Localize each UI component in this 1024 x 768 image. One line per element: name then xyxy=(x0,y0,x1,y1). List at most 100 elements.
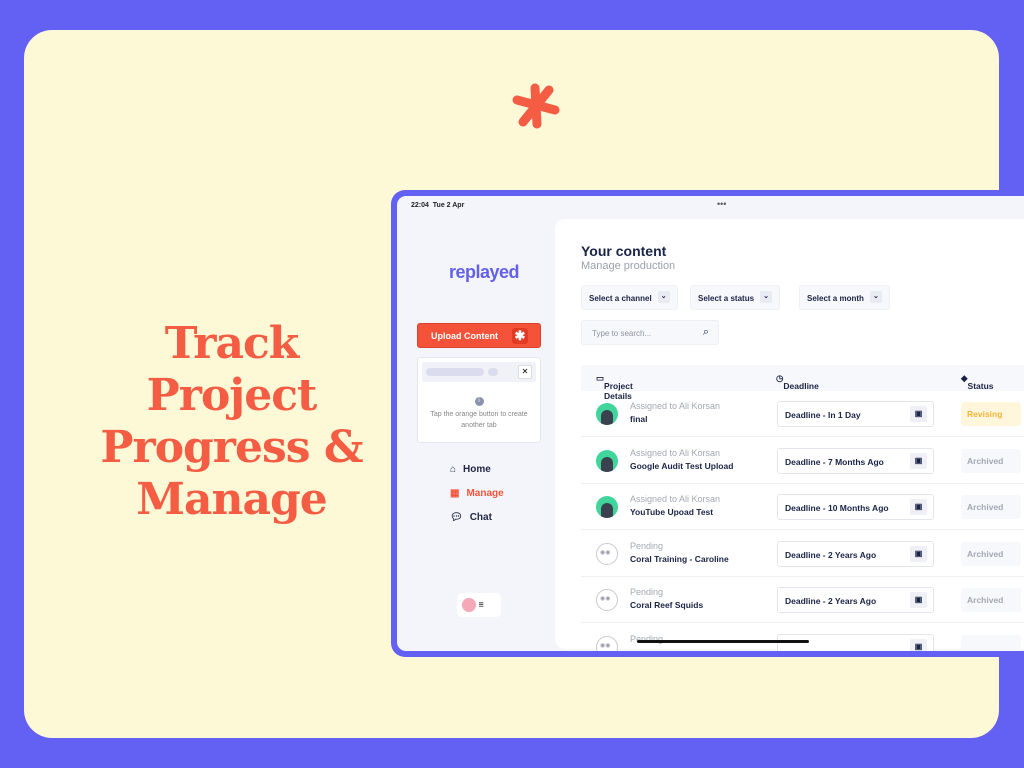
sidebar-item-chat[interactable]: 💬︎ Chat xyxy=(450,512,492,523)
project-name[interactable]: Coral Training - Caroline xyxy=(630,554,729,564)
headline-line: Track xyxy=(164,318,300,369)
deadline-text: Deadline - 7 Months Ago xyxy=(785,456,884,467)
more-dots-icon[interactable]: ••• xyxy=(717,199,726,209)
headline-line: Manage xyxy=(136,474,327,525)
status-badge[interactable]: Archived xyxy=(961,495,1021,519)
status-badge[interactable] xyxy=(961,634,1021,651)
deadline-text: Deadline - 10 Months Ago xyxy=(785,503,889,513)
column-label: Deadline xyxy=(783,381,819,391)
chevron-down-icon: ⌄ xyxy=(760,291,773,304)
month-select[interactable]: Select a month ⌄ xyxy=(799,285,890,310)
chevron-down-icon: ⌄ xyxy=(869,291,882,304)
column-deadline[interactable]: ◷ Deadline xyxy=(776,373,819,391)
asterisk-logo-icon xyxy=(512,83,560,129)
table-row[interactable]: Assigned to Ali Korsan YouTube Upoad Tes… xyxy=(581,484,1024,530)
deadline-text: Deadline - 2 Years Ago xyxy=(785,596,877,606)
status-bar: 22:04 Tue 2 Apr xyxy=(411,202,464,209)
calendar-icon[interactable]: ▣ xyxy=(910,406,927,422)
home-icon: ⌂ xyxy=(450,464,457,475)
table-row[interactable]: Pending ▣ xyxy=(581,624,1024,651)
avatar xyxy=(596,449,618,472)
avatar xyxy=(596,496,618,518)
logo: replayed xyxy=(449,262,520,282)
column-project-details[interactable]: ▭ Project Details xyxy=(596,373,633,401)
tip-text: Tap the orange button to create another … xyxy=(430,411,528,429)
deadline-text: Deadline - 2 Years Ago xyxy=(785,549,877,560)
calendar-icon[interactable]: ▣ xyxy=(910,452,927,469)
status-text: Archived xyxy=(967,455,1004,466)
project-name[interactable]: Coral Reef Squids xyxy=(630,600,703,610)
calendar-icon[interactable]: ▣ xyxy=(910,638,927,651)
date: Tue 2 Apr xyxy=(432,202,465,209)
time: 22:04 xyxy=(411,202,429,209)
tab-placeholder xyxy=(488,368,498,376)
table-header: ▭ Project Details ◷ Deadline ◆ Status xyxy=(581,365,1024,401)
content-panel: Your content Manage production Select a … xyxy=(555,219,1024,651)
select-label: Select a status xyxy=(698,294,755,303)
select-label: Select a month xyxy=(807,294,864,303)
chevron-down-icon: ⌄ xyxy=(657,291,670,304)
status-text: Revising xyxy=(967,409,1003,419)
status-badge[interactable]: Archived xyxy=(961,588,1021,612)
deadline-field[interactable]: Deadline - 10 Months Ago ▣ xyxy=(777,494,934,520)
project-name[interactable]: YouTube Upoad Test xyxy=(630,507,713,517)
app-screen: 22:04 Tue 2 Apr ••• replayed Upload Cont… xyxy=(397,196,1024,651)
project-name[interactable]: final xyxy=(630,414,647,424)
home-indicator xyxy=(637,640,809,643)
calendar-icon[interactable]: ▣ xyxy=(910,499,927,515)
deadline-field[interactable]: Deadline - 2 Years Ago ▣ xyxy=(777,540,934,567)
tablet-frame: 22:04 Tue 2 Apr ••• replayed Upload Cont… xyxy=(391,190,1024,657)
tab-panel: ✕ i Tap the orange button to create anot… xyxy=(417,357,541,443)
headline-line: Progress & xyxy=(100,422,363,473)
page-title: Your content xyxy=(581,243,667,259)
calendar-icon[interactable]: ▣ xyxy=(910,592,927,608)
status-badge[interactable]: Archived xyxy=(961,541,1021,566)
deadline-field[interactable]: Deadline - 7 Months Ago ▣ xyxy=(777,447,934,474)
headline-line: Project xyxy=(146,370,318,421)
avatar xyxy=(596,403,618,425)
deadline-field[interactable]: Deadline - In 1 Day ▣ xyxy=(777,401,934,427)
column-label: Status xyxy=(967,381,994,391)
table-row[interactable]: Pending Coral Reef Squids Deadline - 2 Y… xyxy=(581,577,1024,623)
assignee: Assigned to Ali Korsan xyxy=(630,447,721,458)
assignee: Assigned to Ali Korsan xyxy=(630,401,721,411)
status-text: Archived xyxy=(967,548,1004,559)
page-subtitle: Manage production xyxy=(581,260,676,272)
avatar xyxy=(596,589,618,611)
project-name[interactable]: Google Audit Test Upload xyxy=(630,461,733,471)
sidebar-item-label: Chat xyxy=(469,512,492,523)
grid-icon: ▦ xyxy=(450,488,460,499)
search-input[interactable]: Type to search... ⌕ xyxy=(581,320,719,345)
status-select[interactable]: Select a status ⌄ xyxy=(690,285,781,310)
tab-placeholder[interactable] xyxy=(426,368,484,376)
menu-icon: ≡ xyxy=(478,599,484,610)
assignee: Pending xyxy=(630,587,664,597)
deadline-field[interactable]: Deadline - 2 Years Ago ▣ xyxy=(777,587,934,613)
avatar xyxy=(462,598,476,612)
chat-icon: 💬︎ xyxy=(450,512,463,523)
avatar xyxy=(596,635,618,651)
status-text: Archived xyxy=(967,595,1004,605)
asterisk-icon: ✱ xyxy=(512,328,528,344)
upload-label: Upload Content xyxy=(431,331,498,341)
profile-menu-button[interactable]: ≡ xyxy=(457,593,501,617)
sidebar-item-label: Manage xyxy=(466,488,504,499)
assignee: Pending xyxy=(630,540,664,551)
channel-select[interactable]: Select a channel ⌄ xyxy=(581,285,678,310)
column-status[interactable]: ◆ Status xyxy=(961,373,994,391)
status-badge[interactable]: Archived xyxy=(961,448,1021,473)
tab-bar: ✕ xyxy=(422,362,536,382)
upload-content-button[interactable]: Upload Content ✱ xyxy=(417,323,541,348)
search-icon[interactable]: ⌕ xyxy=(703,326,709,339)
table-row[interactable]: Pending Coral Training - Caroline Deadli… xyxy=(581,531,1024,577)
sidebar-item-home[interactable]: ⌂ Home xyxy=(450,464,491,475)
status-badge[interactable]: Revising xyxy=(961,402,1021,426)
calendar-icon[interactable]: ▣ xyxy=(910,545,927,562)
table-row[interactable]: Assigned to Ali Korsan final Deadline - … xyxy=(581,391,1024,437)
assignee: Assigned to Ali Korsan xyxy=(630,494,721,504)
sidebar-item-manage[interactable]: ▦ Manage xyxy=(450,488,504,499)
close-icon[interactable]: ✕ xyxy=(518,365,532,379)
search-placeholder: Type to search... xyxy=(592,329,652,338)
deadline-text: Deadline - In 1 Day xyxy=(785,410,861,420)
table-row[interactable]: Assigned to Ali Korsan Google Audit Test… xyxy=(581,438,1024,484)
